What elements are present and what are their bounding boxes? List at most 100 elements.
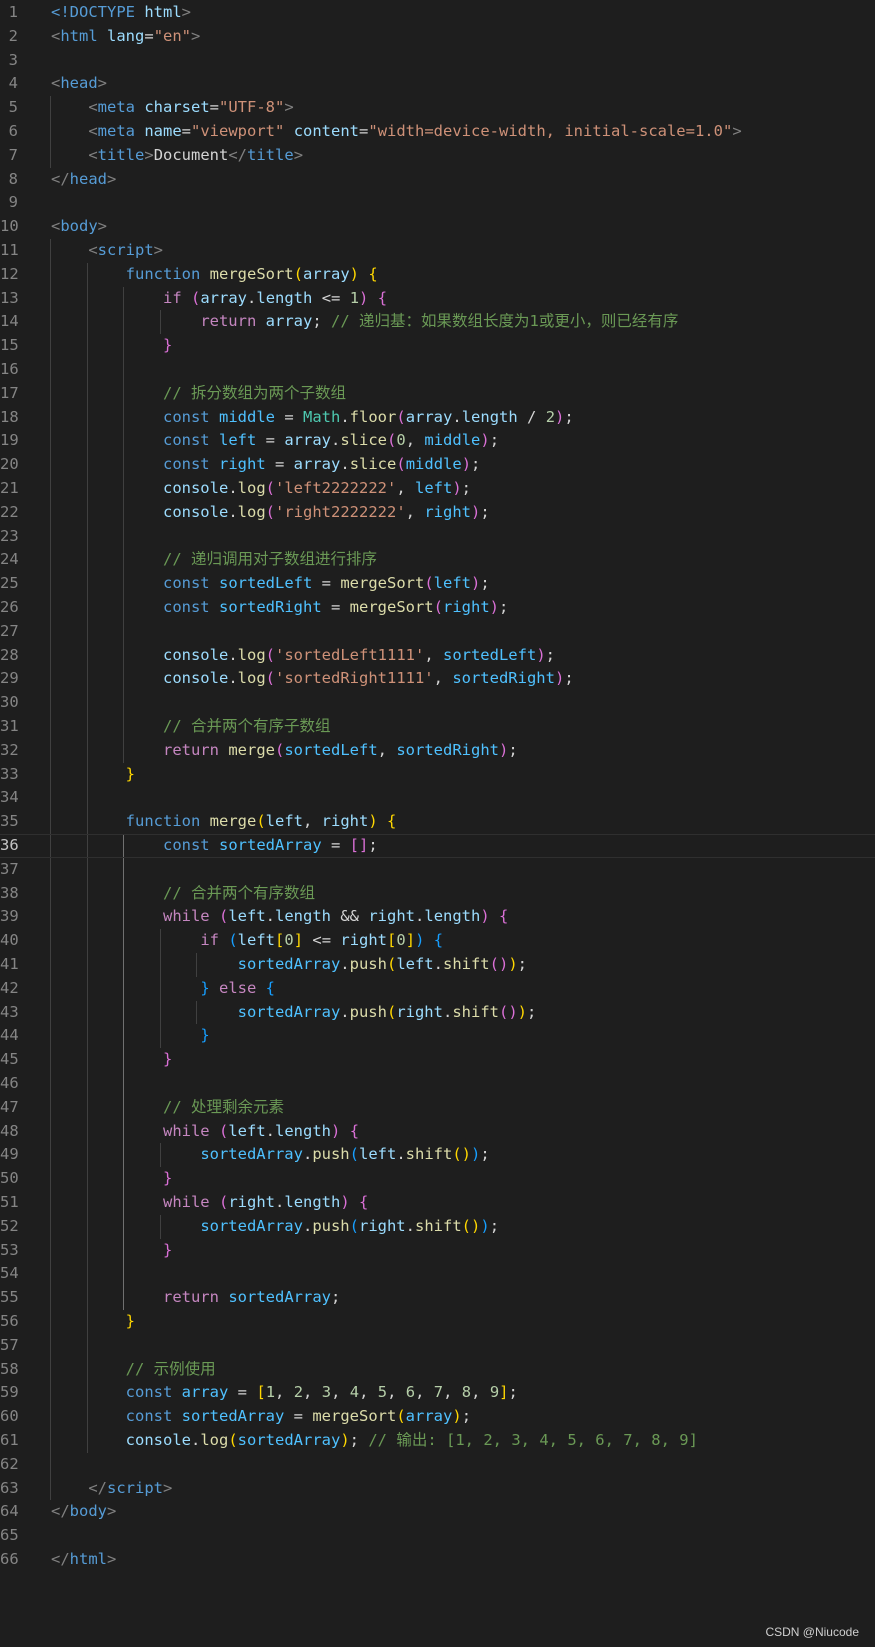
code-line[interactable]: 31 // 合并两个有序子数组 [0, 715, 875, 739]
code-line[interactable]: 39 while (left.length && right.length) { [0, 905, 875, 929]
code-line[interactable]: 8 </head> [0, 168, 875, 192]
code-line[interactable]: 20 const right = array.slice(middle); [0, 453, 875, 477]
code-line[interactable]: 2 <html lang="en"> [0, 25, 875, 49]
code-token: () [499, 1002, 518, 1021]
code-line[interactable]: 3 [0, 49, 875, 73]
code-line[interactable]: 63 </script> [0, 1477, 875, 1501]
code-line[interactable]: 29 console.log('sortedRight1111', sorted… [0, 667, 875, 691]
code-line[interactable]: 18 const middle = Math.floor(array.lengt… [0, 406, 875, 430]
code-line[interactable]: 60 const sortedArray = mergeSort(array); [0, 1405, 875, 1429]
code-token: ) [368, 812, 378, 831]
code-token: , [415, 1383, 434, 1402]
code-line[interactable]: 62 [0, 1453, 875, 1477]
code-line[interactable]: 13 if (array.length <= 1) { [0, 287, 875, 311]
code-line[interactable]: 51 while (right.length) { [0, 1191, 875, 1215]
code-line[interactable]: 33 } [0, 763, 875, 787]
code-token: { [433, 931, 444, 950]
code-token: ; [480, 502, 490, 521]
code-line[interactable]: 58 // 示例使用 [0, 1358, 875, 1382]
code-line[interactable]: 24 // 递归调用对子数组进行排序 [0, 548, 875, 572]
code-token: = [284, 1407, 313, 1426]
code-line[interactable]: 7 <title>Document</title> [0, 144, 875, 168]
code-line[interactable]: 61 console.log(sortedArray); // 输出: [1, … [0, 1429, 875, 1453]
code-line[interactable]: 30 [0, 691, 875, 715]
code-line[interactable]: 17 // 拆分数组为两个子数组 [0, 382, 875, 406]
code-text: } [51, 1310, 135, 1334]
code-line[interactable]: 50 } [0, 1167, 875, 1191]
code-line[interactable]: 25 const sortedLeft = mergeSort(left); [0, 572, 875, 596]
code-token: push [312, 1216, 350, 1235]
code-line[interactable]: 49 sortedArray.push(left.shift()); [0, 1143, 875, 1167]
code-line[interactable]: 41 sortedArray.push(left.shift()); [0, 953, 875, 977]
code-line[interactable]: 54 [0, 1262, 875, 1286]
code-line[interactable]: 26 const sortedRight = mergeSort(right); [0, 596, 875, 620]
code-line[interactable]: 23 [0, 525, 875, 549]
code-line[interactable]: 44 } [0, 1024, 875, 1048]
code-line[interactable]: 53 } [0, 1239, 875, 1263]
code-line[interactable]: 42 } else { [0, 977, 875, 1001]
code-line[interactable]: 36 const sortedArray = []; [0, 834, 875, 858]
code-token: . [442, 1002, 453, 1021]
code-line[interactable]: 5 <meta charset="UTF-8"> [0, 96, 875, 120]
code-token: > [107, 169, 117, 188]
code-line[interactable]: 55 return sortedArray; [0, 1286, 875, 1310]
code-line[interactable]: 28 console.log('sortedLeft1111', sortedL… [0, 644, 875, 668]
code-token: = [275, 407, 303, 426]
code-line[interactable]: 14 return array; // 递归基：如果数组长度为1或更小，则已经有… [0, 310, 875, 334]
line-number: 9 [8, 193, 18, 212]
code-token: ( [275, 740, 285, 759]
code-line[interactable]: 34 [0, 786, 875, 810]
code-token: </ [88, 1478, 107, 1497]
code-line[interactable]: 10 <body> [0, 215, 875, 239]
code-line[interactable]: 47 // 处理剩余元素 [0, 1096, 875, 1120]
code-line[interactable]: 37 [0, 858, 875, 882]
code-line[interactable]: 11 <script> [0, 239, 875, 263]
code-token: 'left2222222' [275, 479, 397, 497]
code-editor[interactable]: 1 <!DOCTYPE html> 2 <html lang="en"> 3 4 <head… [0, 0, 875, 1647]
code-line[interactable]: 52 sortedArray.push(right.shift()); [0, 1215, 875, 1239]
line-number: 4 [8, 74, 18, 93]
code-line[interactable]: 21 console.log('left2222222', left); [0, 477, 875, 501]
code-line[interactable]: 35 function merge(left, right) { [0, 810, 875, 834]
code-token: floor [349, 407, 397, 426]
code-line[interactable]: 57 [0, 1334, 875, 1358]
code-line[interactable]: 65 [0, 1524, 875, 1548]
code-line[interactable]: 16 [0, 358, 875, 382]
code-line[interactable]: 12 function mergeSort(array) { [0, 263, 875, 287]
code-line[interactable]: 48 while (left.length) { [0, 1120, 875, 1144]
code-line[interactable]: 43 sortedArray.push(right.shift()); [0, 1001, 875, 1025]
code-line[interactable]: 46 [0, 1072, 875, 1096]
code-line[interactable]: 19 const left = array.slice(0, middle); [0, 429, 875, 453]
code-line[interactable]: 64 </body> [0, 1500, 875, 1524]
code-line[interactable]: 1 <!DOCTYPE html> [0, 1, 875, 25]
code-line[interactable]: 38 // 合并两个有序数组 [0, 882, 875, 906]
code-line[interactable]: 4 <head> [0, 72, 875, 96]
code-line[interactable]: 27 [0, 620, 875, 644]
code-line[interactable]: 22 console.log('right2222222', right); [0, 501, 875, 525]
code-line[interactable]: 66 </html> [0, 1548, 875, 1572]
code-line[interactable]: 15 } [0, 334, 875, 358]
code-token: </ [51, 1502, 70, 1521]
code-token: ; [517, 955, 528, 973]
code-line[interactable]: 9 [0, 191, 875, 215]
code-token: return [162, 740, 219, 759]
code-line[interactable]: 56 } [0, 1310, 875, 1334]
code-text: sortedArray.push(left.shift()); [51, 953, 527, 977]
code-line[interactable]: 6 <meta name="viewport" content="width=d… [0, 120, 875, 144]
line-number: 2 [8, 26, 18, 45]
code-line[interactable]: 32 return merge(sortedLeft, sortedRight)… [0, 739, 875, 763]
code-token: left [228, 1121, 266, 1140]
code-line[interactable]: 40 if (left[0] <= right[0]) { [0, 929, 875, 953]
line-number: 33 [0, 764, 19, 783]
code-token: { [387, 812, 397, 831]
code-token: "viewport" [191, 122, 285, 140]
code-token: sortedArray [237, 1431, 341, 1449]
code-line[interactable]: 59 const array = [1, 2, 3, 4, 5, 6, 7, 8… [0, 1381, 875, 1405]
code-line[interactable]: 45 } [0, 1048, 875, 1072]
